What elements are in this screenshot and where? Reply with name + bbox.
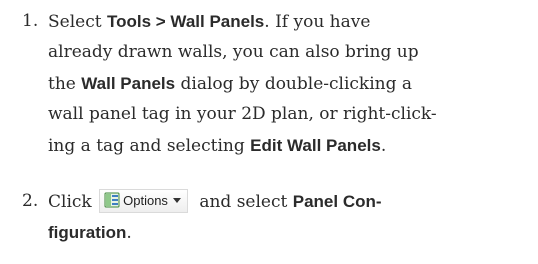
step-2-line-2: figuration. xyxy=(48,219,132,247)
step-1-line-3: the Wall Panels dialog by double-clickin… xyxy=(48,70,412,98)
options-button[interactable]: Options xyxy=(99,188,188,213)
options-panel-icon xyxy=(103,191,121,209)
step-number: 1. xyxy=(22,11,39,31)
options-label: Options xyxy=(123,193,168,209)
text: the xyxy=(48,74,82,94)
text: and select xyxy=(193,192,293,212)
text: dialog by double-clicking a xyxy=(175,74,413,94)
text: Click xyxy=(48,192,92,212)
text: ing a tag and selecting xyxy=(48,136,251,156)
chevron-down-icon xyxy=(172,197,181,203)
step-1-line-2: already drawn walls, you can also bring … xyxy=(48,39,419,66)
text: wall panel tag in your 2D plan, or right… xyxy=(48,104,437,124)
step-1-line-4: wall panel tag in your 2D plan, or right… xyxy=(48,101,437,128)
text: . xyxy=(380,136,387,156)
menu-item: Panel Con- xyxy=(292,192,382,211)
step-1-line-5: ing a tag and selecting Edit Wall Panels… xyxy=(48,132,386,160)
text: Select xyxy=(48,12,107,32)
menu-item: Edit Wall Panels xyxy=(250,136,381,155)
text: . xyxy=(126,223,132,243)
menu-path: Tools > Wall Panels xyxy=(106,12,265,31)
text: . If you have xyxy=(264,12,371,32)
step-2-line-1: Click Options and select Panel Con- xyxy=(48,188,382,216)
menu-item-continued: figuration xyxy=(48,223,127,242)
step-number: 2. xyxy=(22,191,39,211)
text: already drawn walls, you can also bring … xyxy=(48,42,419,62)
dialog-name: Wall Panels xyxy=(81,74,176,93)
step-1-line-1: Select Tools > Wall Panels. If you have xyxy=(48,8,370,36)
